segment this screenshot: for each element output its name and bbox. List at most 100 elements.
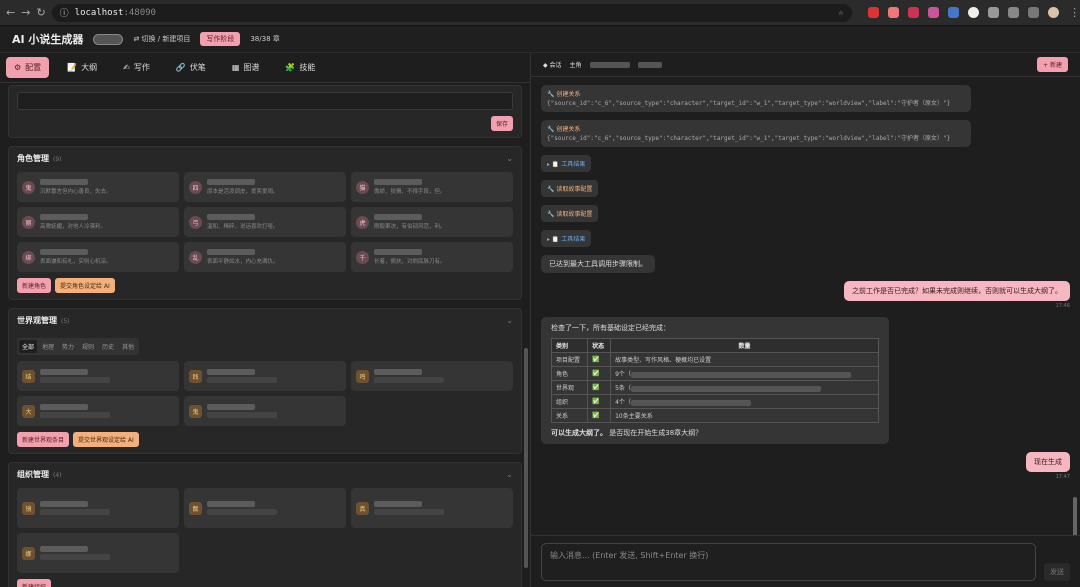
character-card[interactable]: 丽高傲妩媚，对他人冷漠利。 <box>17 207 179 237</box>
synopsis-textarea[interactable] <box>17 92 513 110</box>
world-card[interactable]: 践 <box>184 361 346 391</box>
tab-write[interactable]: ✍ 写作 <box>115 57 158 78</box>
submit-worldview-ai-button[interactable]: 提交世界观设定给 AI <box>73 432 139 447</box>
character-card[interactable]: 乱表面平静如水，内心充满仇。 <box>184 242 346 272</box>
browser-bar: ← → ↻ ⓘ localhost:48090 ☆ ⋮ <box>0 0 1080 26</box>
tool-result-toggle[interactable]: ▸ 📋 工具结果 <box>541 230 592 247</box>
tab-outline[interactable]: 📝 大纲 <box>59 57 105 78</box>
world-card[interactable]: 鬼 <box>184 396 346 426</box>
tool-call-message: 🔧 创建关系 {"source_id":"c_6","source_type":… <box>541 85 971 112</box>
chat-header: ◆ 会话 主角 + 新建 <box>531 53 1080 77</box>
tab-label: 大纲 <box>81 63 98 72</box>
character-card[interactable]: 虎刚毅果决，有伯韧风范，利。 <box>351 207 513 237</box>
filter-other[interactable]: 其他 <box>119 340 137 353</box>
tab-config[interactable]: ⚙ 配置 <box>6 57 50 78</box>
assistant-intro: 检查了一下，所有基础设定已经完成： <box>551 324 670 332</box>
filter-rules[interactable]: 规则 <box>79 340 97 353</box>
submit-characters-ai-button[interactable]: 提交角色设定给 AI <box>55 278 115 293</box>
qty-text: 4个（ <box>615 399 631 406</box>
extension-icon[interactable] <box>987 7 999 18</box>
extension-icon[interactable] <box>967 7 979 18</box>
conclusion-question: 是否现在开始生成38章大纲？ <box>609 429 703 437</box>
table-header: 数量 <box>610 338 879 353</box>
chevron-down-icon[interactable]: ⌄ <box>506 316 513 325</box>
tab-graph[interactable]: ▦ 图谱 <box>224 57 268 78</box>
extension-icon[interactable] <box>867 7 879 18</box>
character-card[interactable]: 猫傲娇、狡猾、不择手段，但。 <box>351 172 513 202</box>
config-scroll-area[interactable]: 保存 角色管理 (9) ⌄ 鬼沉默寡言但内心善良，失去。 四原本是活泼调皮，爱笑爱… <box>0 83 530 587</box>
org-card[interactable]: 娜 <box>17 533 179 573</box>
bookmark-star-icon[interactable]: ☆ <box>838 8 843 18</box>
filter-all[interactable]: 全部 <box>19 340 38 353</box>
address-bar[interactable]: ⓘ localhost:48090 ☆ <box>51 3 852 22</box>
user-message: 之前工作是否已完成？如果未完成则继续，否则就可以生成大纲了。 <box>844 281 1070 301</box>
org-card[interactable]: 靓 <box>184 488 346 528</box>
lead-label: 主角 <box>569 62 582 69</box>
world-name <box>207 404 255 410</box>
new-session-button[interactable]: + 新建 <box>1037 57 1068 72</box>
tab-label: 配置 <box>25 63 42 72</box>
avatar: 丽 <box>22 215 35 229</box>
character-name <box>374 249 422 255</box>
world-name <box>40 369 88 375</box>
row-qty: 5条（ <box>610 380 879 395</box>
send-button[interactable]: 发送 <box>1044 563 1070 581</box>
puzzle-icon[interactable] <box>1007 7 1019 18</box>
save-button[interactable]: 保存 <box>490 116 513 131</box>
filter-faction[interactable]: 势力 <box>59 340 77 353</box>
extension-icon[interactable] <box>927 7 939 18</box>
site-info-icon[interactable]: ⓘ <box>60 6 69 19</box>
character-card[interactable]: 绑表面谦和有礼，实则心机深。 <box>17 242 179 272</box>
filter-geo[interactable]: 地理 <box>39 340 57 353</box>
profile-avatar[interactable] <box>1047 7 1059 18</box>
filter-history[interactable]: 历史 <box>99 340 117 353</box>
tool-result-toggle[interactable]: ▸ 📋 工具结果 <box>541 155 592 172</box>
org-card[interactable]: 真 <box>351 488 513 528</box>
org-card[interactable]: 镜 <box>17 488 179 528</box>
character-card[interactable]: 四原本是活泼调皮，爱笑爱闹。 <box>184 172 346 202</box>
left-panel: ⚙ 配置 📝 大纲 ✍ 写作 🔗 伏笔 ▦ 图谱 🧩 技能 保存 角色管理 (9) ⌄ 鬼沉默… <box>0 53 531 587</box>
extensions: ⋮ <box>867 6 1080 19</box>
extension-icon[interactable] <box>907 7 919 18</box>
world-card[interactable]: 鸣 <box>351 361 513 391</box>
writing-hand-icon: ✍ <box>123 63 130 72</box>
org-desc <box>207 509 277 515</box>
tool-name: 🔧 创建关系 <box>547 91 581 98</box>
left-scrollbar[interactable] <box>524 348 528 568</box>
tab-skills[interactable]: 🧩 技能 <box>277 57 323 78</box>
org-name <box>207 501 255 507</box>
character-count: (9) <box>53 156 62 163</box>
chevron-down-icon[interactable]: ⌄ <box>506 154 513 163</box>
new-worldview-button[interactable]: 新建世界观条目 <box>17 432 70 447</box>
chat-panel: ◆ 会话 主角 + 新建 🔧 创建关系 {"source_id":"c_6","… <box>531 53 1080 587</box>
tool-call-chip: 🔧 读取故事配置 <box>541 180 599 197</box>
reload-icon[interactable]: ↻ <box>36 6 45 19</box>
tab-foreshadow[interactable]: 🔗 伏笔 <box>168 57 214 78</box>
extension-icon[interactable] <box>947 7 959 18</box>
new-character-button[interactable]: 新建角色 <box>17 278 52 293</box>
world-card[interactable]: 结 <box>17 361 179 391</box>
menu-icon[interactable]: ⋮ <box>1068 6 1080 19</box>
back-icon[interactable]: ← <box>6 6 15 19</box>
chat-scrollbar[interactable] <box>1073 497 1077 535</box>
switch-project-link[interactable]: ⇄ 切换 / 新建项目 <box>133 34 190 44</box>
avatar: 虎 <box>356 215 369 229</box>
chat-messages[interactable]: 🔧 创建关系 {"source_id":"c_6","source_type":… <box>531 77 1080 535</box>
world-card[interactable]: 大 <box>17 396 179 426</box>
character-card[interactable]: 鬼沉默寡言但内心善良，失去。 <box>17 172 179 202</box>
world-name <box>40 404 88 410</box>
new-org-button[interactable]: 新建组织 <box>17 579 52 587</box>
session-label[interactable]: ◆ 会话 <box>543 60 562 69</box>
row-status: ✅ <box>587 394 612 409</box>
message-time: 17:46 <box>1055 303 1070 309</box>
extension-icon[interactable] <box>887 7 899 18</box>
forward-icon[interactable]: → <box>21 6 30 19</box>
avatar: 践 <box>189 369 202 383</box>
chevron-down-icon[interactable]: ⌄ <box>506 470 513 479</box>
character-card[interactable]: 弓温和、稀碎，说话喜欢打哑。 <box>184 207 346 237</box>
character-desc: 高傲妩媚，对他人冷漠利。 <box>40 224 107 230</box>
character-card[interactable]: 千长着，佩扶，对刷底脉刀有。 <box>351 242 513 272</box>
world-desc <box>207 412 277 418</box>
message-input[interactable]: 输入消息... (Enter 发送, Shift+Enter 换行) <box>541 543 1036 581</box>
sidebar-icon[interactable] <box>1027 7 1039 18</box>
